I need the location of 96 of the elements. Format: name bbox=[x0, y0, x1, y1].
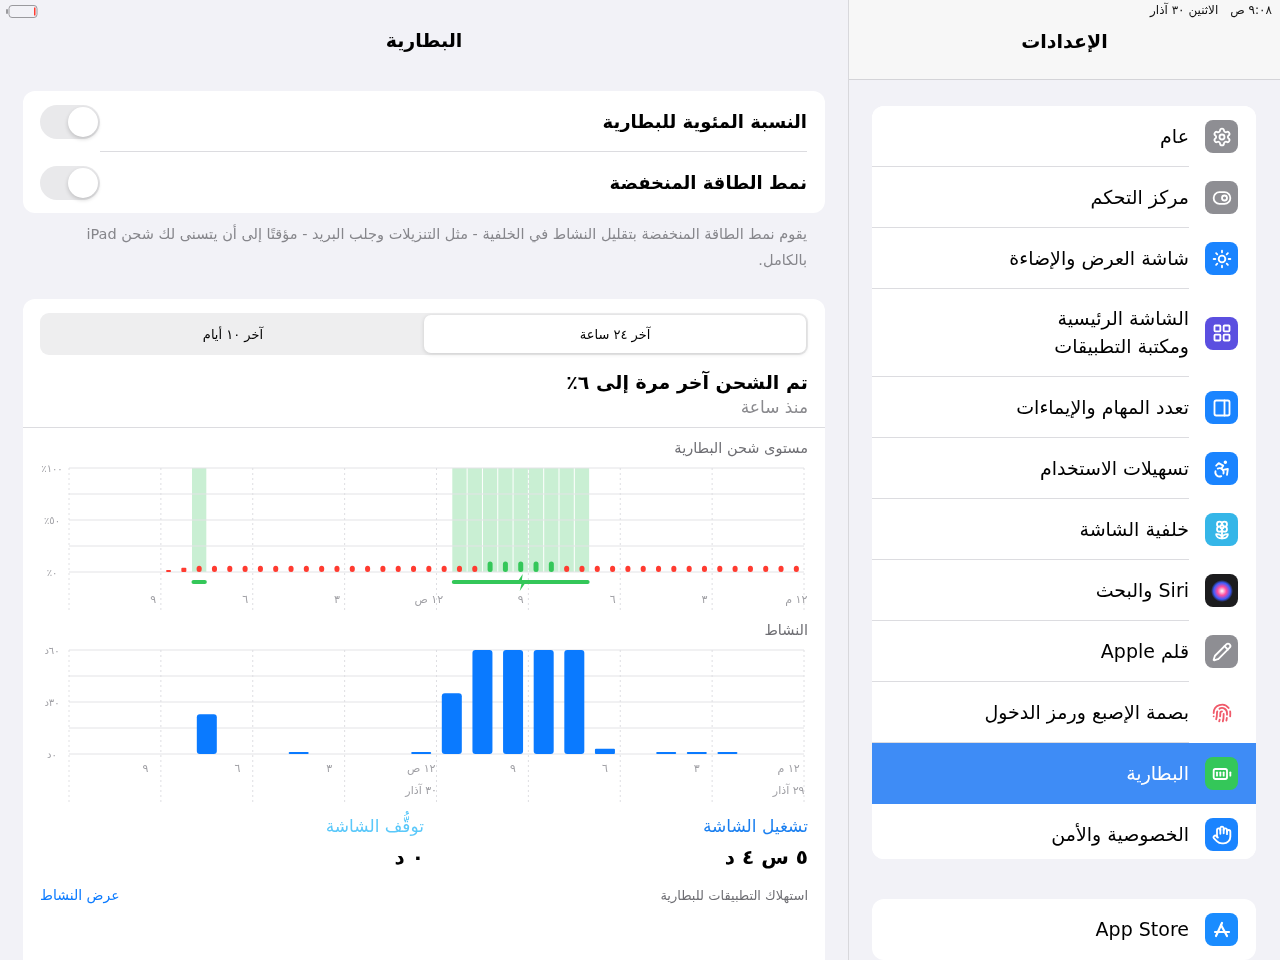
battery-bar bbox=[411, 565, 417, 573]
page-title: البطارية bbox=[384, 29, 464, 51]
last-charge-time: منذ ساعة bbox=[739, 397, 808, 418]
activity-bar bbox=[686, 752, 707, 755]
activity-bar bbox=[656, 752, 677, 755]
axis-label: ٩ bbox=[510, 762, 516, 776]
axis-label: ٣ bbox=[334, 593, 340, 607]
battery-bar bbox=[426, 565, 432, 573]
axis-label: ٣٠د bbox=[44, 697, 60, 709]
battery-bar bbox=[211, 565, 217, 573]
battery-bar bbox=[319, 565, 325, 573]
chart-title: النشاط bbox=[763, 622, 808, 639]
battery-bar bbox=[196, 565, 202, 573]
battery-bar bbox=[456, 565, 462, 573]
battery-bar bbox=[747, 565, 753, 573]
toggle-switch[interactable] bbox=[40, 165, 100, 200]
axis-label: ٦ bbox=[242, 593, 249, 607]
chart-title: مستوى شحن البطارية bbox=[673, 440, 808, 457]
activity-bar bbox=[196, 714, 217, 755]
battery-bar bbox=[395, 565, 401, 573]
activity-bar bbox=[411, 752, 432, 755]
battery-bar bbox=[273, 565, 279, 573]
axis-label: ٣ bbox=[701, 593, 708, 607]
battery-bar bbox=[610, 565, 616, 573]
axis-label: ٦ bbox=[602, 762, 608, 776]
axis-label: ٩ bbox=[142, 762, 149, 776]
axis-label: ٦ bbox=[609, 593, 616, 607]
activity-bar bbox=[594, 749, 615, 755]
axis-label: ٠د bbox=[47, 749, 57, 761]
setting-label: النسبة المئوية للبطارية bbox=[100, 91, 807, 152]
show-activity-link[interactable]: عرض النشاط bbox=[40, 887, 120, 904]
axis-label: ٣ bbox=[326, 762, 333, 776]
battery-bar bbox=[640, 565, 646, 573]
battery-bar bbox=[227, 565, 233, 573]
segment-tab[interactable]: آخر ١٠ أيام bbox=[42, 315, 424, 354]
status-time: ٩:٠٨ ص bbox=[1230, 3, 1272, 20]
segment-tab[interactable]: آخر ٢٤ ساعة bbox=[424, 315, 806, 354]
switch-knob[interactable] bbox=[68, 167, 98, 198]
axis-label: ٩ bbox=[150, 593, 157, 607]
battery-bar bbox=[487, 561, 493, 573]
battery-bar bbox=[518, 561, 524, 573]
battery-bar bbox=[472, 565, 478, 573]
axis-label: ٦ bbox=[234, 762, 241, 776]
battery-bar bbox=[594, 565, 600, 573]
battery-bar bbox=[717, 565, 723, 573]
sidebar-title: الإعدادات bbox=[1020, 30, 1109, 52]
battery-bar bbox=[334, 565, 340, 573]
battery-bar bbox=[701, 565, 707, 573]
toggle-switch[interactable] bbox=[40, 104, 100, 139]
stat-value: ٥ س ٤ د bbox=[723, 845, 808, 870]
axis-label: ٠٪ bbox=[46, 567, 58, 579]
battery-bar bbox=[349, 565, 355, 573]
battery-bar bbox=[625, 565, 631, 573]
activity-bar bbox=[441, 693, 462, 755]
axis-label: ١٢ ص bbox=[414, 593, 444, 607]
footnote: يقوم نمط الطاقة المنخفضة بتقليل النشاط في الخلفية - مثل التنزيلات وجلب البريد - مؤقتًا إلى أن يتسنى لك شحن iPad بالكامل. bbox=[85, 223, 807, 271]
battery-bar bbox=[166, 570, 172, 573]
battery-icon bbox=[6, 5, 38, 18]
axis-label: ١٠٠٪ bbox=[41, 463, 63, 475]
stat-label: توقُّف الشاشة bbox=[325, 812, 424, 842]
battery-bar bbox=[778, 565, 784, 573]
switch-knob[interactable] bbox=[68, 106, 98, 137]
last-charge-heading: تم الشحن آخر مرة إلى ٦٪ bbox=[565, 371, 808, 394]
activity-bar bbox=[717, 752, 738, 755]
battery-bar bbox=[763, 565, 769, 573]
axis-label: ٩ bbox=[517, 593, 524, 607]
battery-bar bbox=[564, 565, 570, 573]
battery-bar bbox=[656, 565, 662, 573]
axis-label: ٦٠د bbox=[44, 645, 60, 657]
battery-bar bbox=[579, 565, 585, 573]
battery-bar bbox=[365, 565, 371, 573]
battery-bar bbox=[548, 561, 554, 573]
battery-bar bbox=[242, 565, 248, 573]
battery-bar bbox=[671, 565, 677, 573]
battery-bar bbox=[303, 565, 309, 573]
battery-bar bbox=[793, 565, 799, 573]
battery-bar bbox=[533, 561, 539, 573]
battery-bar bbox=[181, 568, 187, 573]
battery-bar bbox=[502, 561, 508, 573]
battery-bar bbox=[441, 565, 447, 573]
section-label: استهلاك التطبيقات للبطارية bbox=[660, 887, 808, 903]
battery-bar bbox=[686, 565, 692, 573]
status-date: الاثنين ٣٠ آذار bbox=[1150, 3, 1219, 20]
axis-label: ١٢ م bbox=[785, 593, 808, 607]
battery-bar bbox=[380, 565, 386, 573]
axis-label: ١٢ ص ٣٠ آذار bbox=[405, 762, 437, 798]
stat-value: ٠ د bbox=[393, 845, 424, 870]
stat-label: تشغيل الشاشة bbox=[702, 815, 808, 839]
battery-bar bbox=[257, 565, 263, 573]
battery-bar bbox=[732, 565, 738, 573]
battery-bar bbox=[288, 565, 294, 573]
axis-label: ١٢ م ٢٩ آذار bbox=[772, 762, 805, 798]
activity-bar bbox=[288, 752, 309, 755]
axis-label: ٣ bbox=[693, 762, 700, 776]
setting-label: نمط الطاقة المنخفضة bbox=[608, 171, 807, 195]
axis-label: ٥٠٪ bbox=[43, 515, 61, 527]
